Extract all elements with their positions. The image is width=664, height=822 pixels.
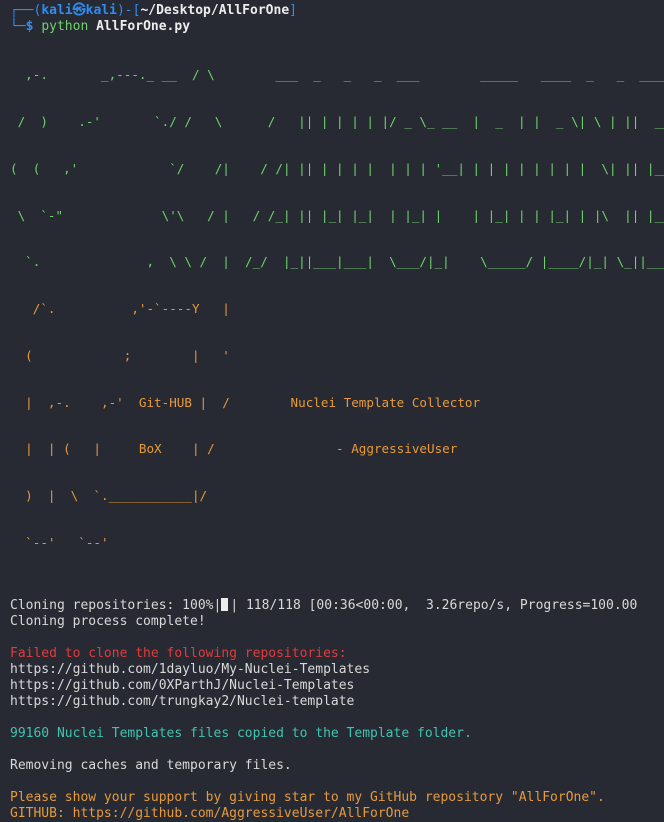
progress-label: Cloning repositories: 100%| — [10, 597, 222, 613]
banner-logo-line: / ) .-' `./ / \ / || | | | | |/ _ \_ __ … — [10, 113, 664, 129]
progress-suffix: | 118/118 [00:36<00:00, 3.26repo/s, Prog… — [230, 597, 638, 613]
banner-logo-line: | ,-. ,-' Git-HUB | / Nuclei Template Co… — [10, 394, 481, 410]
prompt-path: ~/Desktop/AllForOne — [140, 3, 290, 18]
prompt-corner-bottom: └─ — [10, 19, 26, 34]
prompt-user: kali — [41, 3, 73, 18]
templates-copied-text: 99160 Nuclei Templates files copied to t… — [10, 725, 472, 741]
command-arg: AllForOne.py — [96, 19, 191, 34]
prompt-symbol: $ — [25, 19, 34, 34]
clone-complete-text: Cloning process complete! — [10, 613, 206, 629]
failed-repo-url: https://github.com/1dayluo/My-Nuclei-Tem… — [10, 661, 371, 677]
command-line: └─$ python AllForOne.py — [10, 19, 664, 35]
banner-logo-line: ,-. _,---._ __ / \ ___ _ _ _ ___ _____ _… — [10, 67, 664, 83]
support-message: Please show your support by giving star … — [10, 789, 605, 805]
banner-logo-line: /`. ,'-`----Y | — [10, 301, 230, 317]
failed-repo-url: https://github.com/0XParthJ/Nuclei-Templ… — [10, 677, 355, 693]
banner-logo-line: ) | \ `.___________|/ — [10, 488, 208, 504]
prompt-separator: )-[ — [116, 3, 141, 18]
removing-caches-text: Removing caches and temporary files. — [10, 757, 292, 773]
prompt-at-symbol: ㉿ — [72, 3, 86, 18]
progress-line: Cloning repositories: 100%| | 118/118 [00… — [10, 597, 664, 614]
prompt-host: kali — [85, 3, 117, 18]
banner-logo-line: ( ; | ' — [10, 347, 230, 363]
ascii-banner: ,-. _,---._ __ / \ ___ _ _ _ ___ _____ _… — [10, 36, 664, 582]
banner-logo-line: ( ( ,' `/ /| / /| || | | | | | | | '__| … — [10, 160, 664, 176]
banner-logo-line: \ `-" \'\ / | / /_| || |_| |_| | |_| | |… — [10, 207, 664, 223]
banner-logo-line: `--' `--' — [10, 535, 109, 550]
github-link[interactable]: GITHUB: https://github.com/AggressiveUse… — [10, 806, 664, 822]
prompt-close: ] — [289, 3, 297, 18]
terminal-window[interactable]: ┌──(kali㉿kali)-[~/Desktop/AllForOne] └─$… — [0, 0, 664, 821]
prompt-line: ┌──(kali㉿kali)-[~/Desktop/AllForOne] — [10, 3, 664, 19]
banner-logo-line: `. , \ \ / | /_/ |_||___|___| \___/|_| \… — [10, 254, 664, 270]
failed-header: Failed to clone the following repositori… — [10, 645, 347, 661]
progress-bar-fill — [221, 597, 229, 611]
prompt-corner: ┌──( — [10, 3, 42, 18]
failed-repo-url: https://github.com/trungkay2/Nuclei-temp… — [10, 693, 355, 709]
command-prefix: python — [41, 19, 89, 34]
